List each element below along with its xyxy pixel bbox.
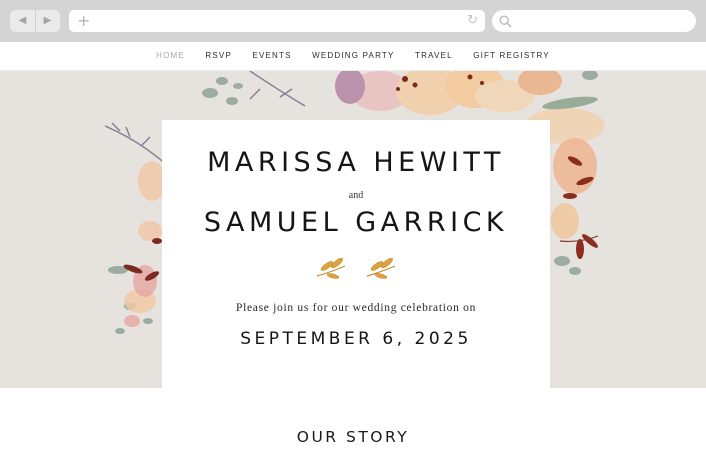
- invitation-card: MARISSA HEWITT and SAMUEL GARRICK Please…: [162, 120, 550, 432]
- wedding-website: HOME RSVP EVENTS WEDDING PARTY TRAVEL GI…: [0, 42, 706, 469]
- plus-icon[interactable]: +: [77, 10, 90, 32]
- nav-item-home[interactable]: HOME: [156, 42, 185, 69]
- address-bar[interactable]: + ↻: [69, 10, 485, 32]
- invitation-text: Please join us for our wedding celebrati…: [235, 302, 477, 314]
- nav-item-wedding-party[interactable]: WEDDING PARTY: [312, 42, 394, 69]
- leaf-sprig-icon: [316, 258, 396, 279]
- reload-icon[interactable]: ↻: [467, 10, 478, 32]
- browser-search-field[interactable]: [492, 10, 696, 32]
- nav-item-rsvp[interactable]: RSVP: [205, 42, 232, 69]
- partner-name-1: MARISSA HEWITT: [207, 147, 505, 178]
- search-icon: [499, 15, 512, 28]
- and-text: and: [348, 190, 364, 201]
- back-arrow-icon[interactable]: ◀: [10, 10, 36, 32]
- browser-toolbar: ◀ ▶ + ↻: [0, 0, 706, 42]
- wedding-date: SEPTEMBER 6, 2025: [240, 329, 472, 349]
- forward-arrow-icon[interactable]: ▶: [35, 10, 60, 32]
- nav-item-gift-registry[interactable]: GIFT REGISTRY: [473, 42, 550, 69]
- nav-item-events[interactable]: EVENTS: [252, 42, 291, 69]
- partner-name-2: SAMUEL GARRICK: [203, 207, 509, 238]
- nav-item-travel[interactable]: TRAVEL: [415, 42, 453, 69]
- history-buttons: ◀ ▶: [10, 10, 60, 32]
- browser-window: ◀ ▶ + ↻ HOME RSVP EVENTS WEDDING PARTY T…: [0, 0, 706, 469]
- our-story-heading: OUR STORY: [296, 428, 410, 446]
- site-navigation: HOME RSVP EVENTS WEDDING PARTY TRAVEL GI…: [0, 42, 706, 71]
